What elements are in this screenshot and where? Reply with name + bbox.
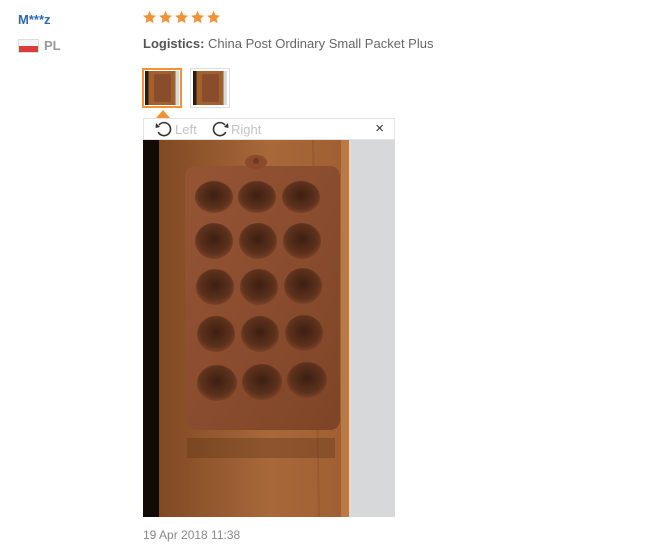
reviewer-name: M***z: [18, 12, 51, 27]
rotate-left-button[interactable]: Left: [154, 120, 197, 138]
review-photo: [143, 140, 395, 517]
reviewer-country: PL: [18, 38, 61, 53]
country-code: PL: [44, 38, 61, 53]
poland-flag-icon: [18, 38, 39, 53]
star-icon: [159, 10, 172, 24]
star-icon: [175, 10, 188, 24]
review-date: 19 Apr 2018 11:38: [143, 528, 241, 542]
logistics-label: Logistics:: [143, 36, 205, 51]
logistics-value: China Post Ordinary Small Packet Plus: [208, 36, 434, 51]
rotate-right-button[interactable]: Right: [210, 120, 261, 138]
star-icon: [143, 10, 156, 24]
rotate-right-icon: [212, 121, 229, 137]
active-thumbnail-pointer: [156, 110, 170, 118]
rotate-left-icon: [155, 121, 172, 137]
star-icon: [191, 10, 204, 24]
rotate-right-label: Right: [231, 121, 262, 137]
logistics-info: Logistics: China Post Ordinary Small Pac…: [143, 36, 433, 51]
rotate-left-label: Left: [175, 121, 197, 137]
image-viewer-toolbar: Left Right ×: [143, 118, 395, 140]
close-icon[interactable]: ×: [375, 121, 384, 137]
photo-thumbnail-1[interactable]: [142, 68, 182, 108]
star-rating: [142, 10, 222, 25]
photo-thumbnail-2[interactable]: [190, 68, 230, 108]
star-icon: [207, 10, 220, 24]
